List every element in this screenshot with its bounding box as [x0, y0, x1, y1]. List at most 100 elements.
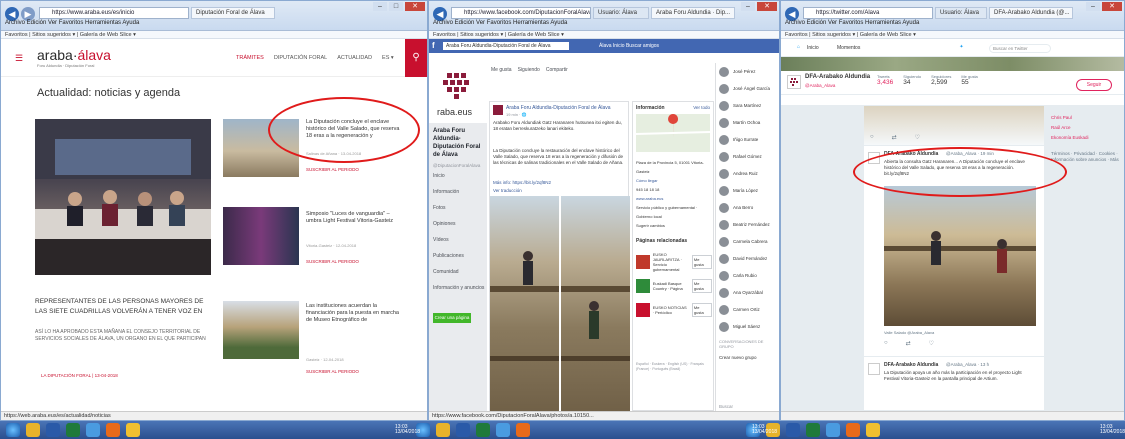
retweet-icon[interactable]: ⇄: [906, 340, 911, 347]
back-button[interactable]: ◀: [5, 7, 19, 21]
map[interactable]: [635, 114, 711, 152]
nav-home[interactable]: Inicio: [807, 45, 819, 51]
search-icon[interactable]: ⚲: [405, 39, 427, 77]
chat-search-input[interactable]: Buscar: [719, 404, 733, 409]
like-page-button[interactable]: Me gusta: [491, 67, 512, 73]
nav-videos[interactable]: Vídeos: [429, 232, 487, 248]
create-group-button[interactable]: Crear nuevo grupo: [716, 353, 779, 362]
tab-inactive[interactable]: Usuario: Álava: [935, 7, 987, 19]
minimize-icon[interactable]: –: [373, 2, 387, 11]
folder-icon[interactable]: [866, 423, 880, 437]
friend-item[interactable]: Sara Martínez: [716, 97, 779, 114]
explorer-icon[interactable]: [436, 423, 450, 437]
post-author[interactable]: Araba Foru Aldundia-Diputación Foral de …: [506, 105, 626, 111]
headline-big[interactable]: REPRESENTANTES DE LAS PERSONAS MAYORES D…: [35, 297, 215, 317]
tab-active[interactable]: Diputación Foral de Álava: [191, 7, 275, 19]
toolbar-links[interactable]: Álava Inicio Buscar amigos: [599, 43, 659, 49]
tab-active[interactable]: Araba Foru Aldundia · Dip...: [651, 7, 735, 19]
back-button[interactable]: ◀: [433, 7, 447, 21]
menu-bar[interactable]: Archivo Edición Ver Favoritos Herramient…: [433, 20, 567, 26]
friend-item[interactable]: Carmela Cabrera: [716, 233, 779, 250]
minimize-icon[interactable]: –: [1086, 2, 1100, 11]
related-item[interactable]: Euskadi Basque Country · Página Me gusta: [636, 274, 712, 298]
nav-anuncios[interactable]: Información y anuncios: [429, 280, 487, 296]
friend-item[interactable]: Miguel Sáenz: [716, 318, 779, 335]
close-icon[interactable]: ✕: [1102, 2, 1122, 11]
reply-icon[interactable]: ○: [884, 340, 888, 347]
maximize-icon[interactable]: □: [389, 2, 403, 11]
nav-diputacion[interactable]: DIPUTACIÓN FORAL: [274, 55, 327, 61]
info-directions[interactable]: Cómo llegar: [636, 176, 712, 185]
menu-bar[interactable]: Archivo Edición Ver Favoritos Herramient…: [5, 20, 139, 26]
retweet-icon[interactable]: ⇄: [892, 134, 897, 141]
favorites-bar[interactable]: Favoritos | Sitios sugeridos ▾ | Galería…: [1, 31, 427, 39]
nav-informacion[interactable]: Información: [429, 184, 487, 200]
follow-page-button[interactable]: Siguiendo: [518, 67, 540, 73]
see-translation-link[interactable]: Ver traducción: [493, 188, 522, 193]
favorites-bar[interactable]: Favoritos | Sitios sugeridos ▾ | Galería…: [781, 31, 1124, 39]
close-icon[interactable]: ✕: [405, 2, 425, 11]
friend-item[interactable]: Ana Berro: [716, 199, 779, 216]
word-icon[interactable]: [786, 423, 800, 437]
friend-item[interactable]: Beatriz Fernández: [716, 216, 779, 233]
start-button-icon[interactable]: [6, 423, 20, 437]
address-bar[interactable]: https://www.facebook.com/DiputacionForal…: [451, 7, 591, 19]
previous-tweet-media[interactable]: ○ ⇄ ♡: [864, 106, 1044, 146]
ie-icon[interactable]: [496, 423, 510, 437]
news-title-2[interactable]: Simposio "Luces de vanguardia" – umbra L…: [306, 211, 406, 225]
chrome-icon[interactable]: [106, 423, 120, 437]
ie-icon[interactable]: [826, 423, 840, 437]
clock[interactable]: 13:03 13/04/2018: [1100, 425, 1125, 435]
friend-item[interactable]: José Ángel García: [716, 80, 779, 97]
excel-icon[interactable]: [476, 423, 490, 437]
friend-item[interactable]: Martín Ochoa: [716, 114, 779, 131]
tweet-avatar[interactable]: [868, 363, 880, 375]
back-button[interactable]: ◀: [785, 7, 799, 21]
friend-item[interactable]: Ana Oyarzábal: [716, 284, 779, 301]
tweet[interactable]: DFA-Arabako Aldundia @Araba_Alava · 13 h…: [864, 356, 1044, 416]
tweet-photo[interactable]: [884, 186, 1036, 326]
related-item[interactable]: EUSKO JAURLARITZA · Servicio gubernament…: [636, 250, 712, 274]
friend-item[interactable]: Carmen Ortiz: [716, 301, 779, 318]
photo-caption[interactable]: Valle Salado @Araba_Alava: [884, 330, 934, 335]
nav-opiniones[interactable]: Opiniones: [429, 216, 487, 232]
like-icon[interactable]: ♡: [929, 340, 934, 347]
folder-icon[interactable]: [126, 423, 140, 437]
forward-button[interactable]: ▶: [21, 7, 35, 21]
stat-followers[interactable]: Seguidores 2,599: [931, 74, 951, 86]
nav-moments[interactable]: Momentos: [837, 45, 860, 51]
twitter-bird-icon[interactable]: ✦: [959, 44, 963, 50]
post-photo[interactable]: [490, 196, 630, 416]
main-news-photo[interactable]: [35, 119, 211, 275]
home-icon[interactable]: ⌂: [797, 44, 800, 50]
news-photo-3[interactable]: [223, 301, 299, 359]
headline-link[interactable]: LA DIPUTACIÓN FORAL | 13-04-2018: [41, 373, 118, 378]
nav-tramites[interactable]: TRÁMITES: [236, 55, 264, 61]
language-footer[interactable]: Español · Euskera · English (US) · Franç…: [636, 362, 712, 372]
info-see-all[interactable]: Ver todo: [693, 105, 710, 110]
friend-item[interactable]: Iñigo Iturrate: [716, 131, 779, 148]
address-bar[interactable]: https://twitter.com/Alava: [803, 7, 933, 19]
post-avatar[interactable]: [493, 105, 503, 115]
clock[interactable]: 13:03 13/04/2018: [752, 425, 777, 435]
nav-comunidad[interactable]: Comunidad: [429, 264, 487, 280]
stat-likes[interactable]: Me gusta 55: [961, 74, 977, 86]
news-link-1[interactable]: SUSCRIBIR AL PERIODO: [306, 167, 359, 172]
follow-button[interactable]: Seguir: [1076, 79, 1112, 91]
news-link-3[interactable]: SUSCRIBIR AL PERIODO: [306, 369, 359, 374]
friend-item[interactable]: María López: [716, 182, 779, 199]
stat-following[interactable]: Siguiendo 34: [903, 74, 921, 86]
stat-tweets[interactable]: Tweets 3,436: [877, 74, 893, 86]
facebook-logo-icon[interactable]: f: [432, 41, 435, 50]
create-page-button[interactable]: Crear una página: [433, 313, 471, 323]
chrome-icon[interactable]: [846, 423, 860, 437]
reply-icon[interactable]: ○: [870, 134, 874, 141]
news-link-2[interactable]: SUSCRIBIR AL PERIODO: [306, 259, 359, 264]
suggested-account[interactable]: Raúl Arce: [1051, 123, 1123, 133]
page-name[interactable]: Araba Foru Aldundia-Diputación Foral de …: [429, 123, 487, 163]
favorites-bar[interactable]: Favoritos | Sitios sugeridos ▾ | Galería…: [429, 31, 779, 39]
nav-inicio[interactable]: Inicio: [429, 168, 487, 184]
info-suggest[interactable]: Sugerir cambios: [636, 221, 712, 230]
profile-avatar[interactable]: [787, 75, 801, 89]
share-page-button[interactable]: Compartir: [546, 67, 568, 73]
